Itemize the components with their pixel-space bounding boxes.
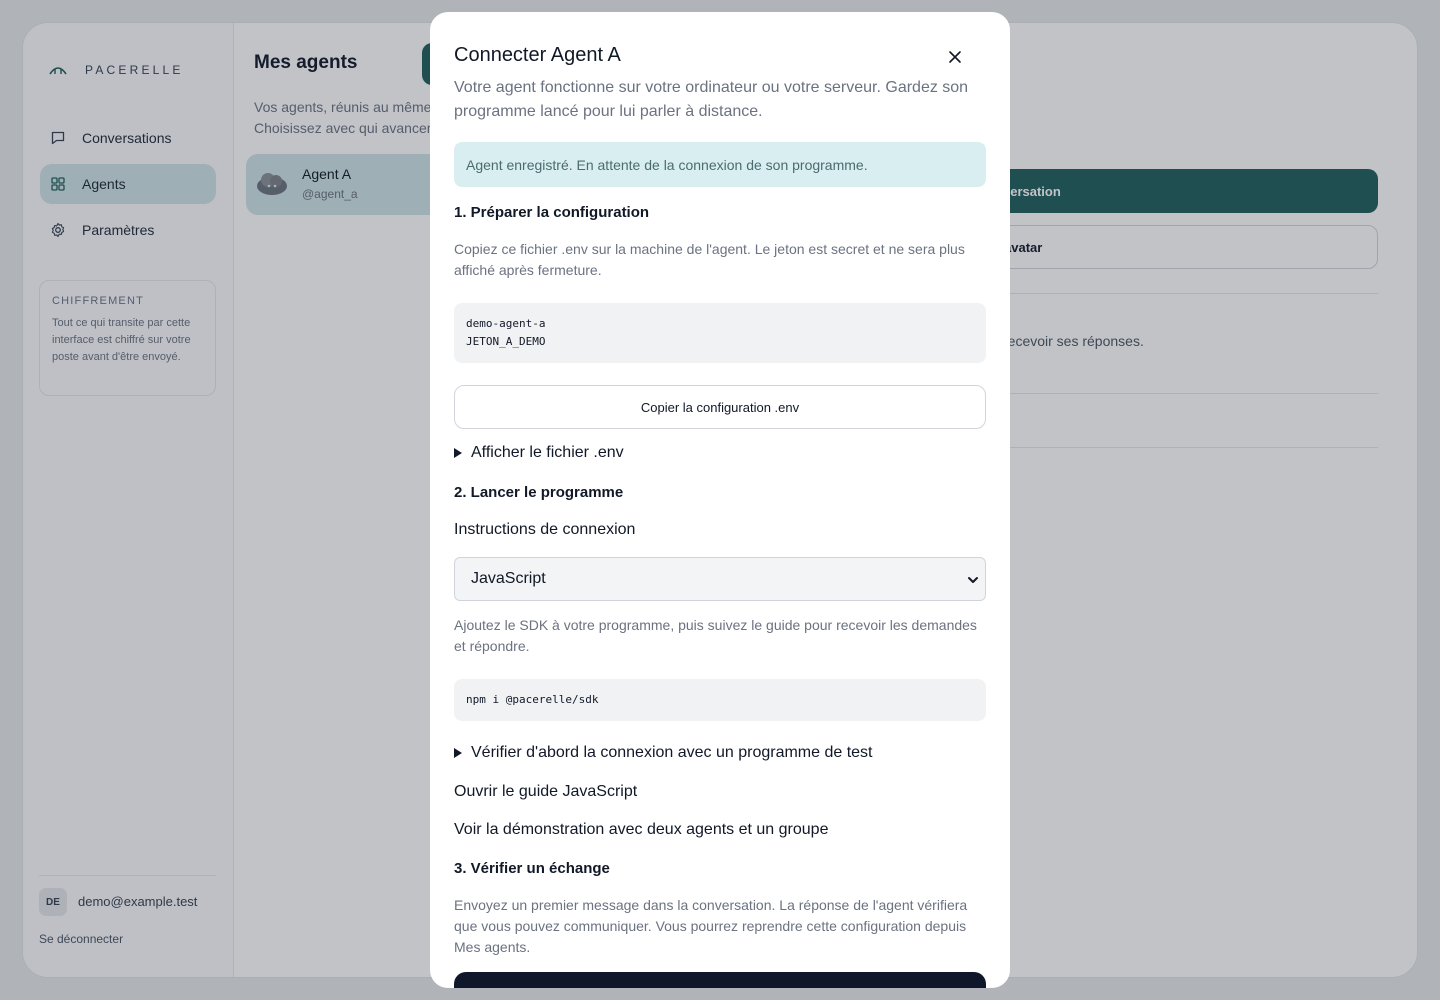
step3-heading: 3. Vérifier un échange — [454, 860, 610, 877]
demo-link[interactable]: Voir la démonstration avec deux agents e… — [454, 821, 828, 839]
chevron-down-icon — [968, 577, 978, 583]
sdk-code-block: npm i @pacerelle/sdk — [454, 679, 986, 721]
language-select[interactable]: JavaScript — [454, 557, 986, 601]
step2-text: Ajoutez le SDK à votre programme, puis s… — [454, 617, 977, 654]
close-icon — [949, 51, 961, 63]
guide-link[interactable]: Ouvrir le guide JavaScript — [454, 783, 637, 801]
modal-subtitle: Votre agent fonctionne sur votre ordinat… — [454, 79, 969, 120]
code-line: JETON_A_DEMO — [466, 335, 546, 348]
test-program-details[interactable]: Vérifier d'abord la connexion avec un pr… — [454, 744, 873, 762]
open-conversation-button[interactable] — [454, 972, 986, 988]
step1-heading: 1. Préparer la configuration — [454, 204, 650, 221]
status-alert: Agent enregistré. En attente de la conne… — [454, 142, 986, 187]
show-env-details[interactable]: Afficher le fichier .env — [454, 444, 624, 462]
step1-text: Copiez ce fichier .env sur la machine de… — [454, 241, 965, 278]
copy-env-label: Copier la configuration .env — [640, 399, 800, 415]
status-alert-text: Agent enregistré. En attente de la conne… — [466, 156, 868, 173]
disclosure-triangle-icon — [454, 748, 462, 758]
code-line: npm i @pacerelle/sdk — [466, 693, 599, 706]
show-env-label: Afficher le fichier .env — [471, 444, 624, 461]
instructions-label: Instructions de connexion — [454, 521, 636, 538]
modal-title: Connecter Agent A — [454, 44, 621, 66]
env-code-block: demo-agent-a JETON_A_DEMO — [454, 303, 986, 363]
language-select-value: JavaScript — [471, 570, 546, 587]
close-button[interactable] — [944, 46, 966, 68]
disclosure-triangle-icon — [454, 448, 462, 458]
copy-env-button[interactable]: Copier la configuration .env — [454, 385, 986, 429]
test-program-label: Vérifier d'abord la connexion avec un pr… — [471, 744, 873, 761]
step2-heading: 2. Lancer le programme — [454, 484, 624, 501]
step3-text: Envoyez un premier message dans la conve… — [454, 897, 968, 955]
code-line: demo-agent-a — [466, 317, 546, 330]
connect-agent-modal: Connecter Agent A Votre agent fonctionne… — [430, 12, 1010, 988]
